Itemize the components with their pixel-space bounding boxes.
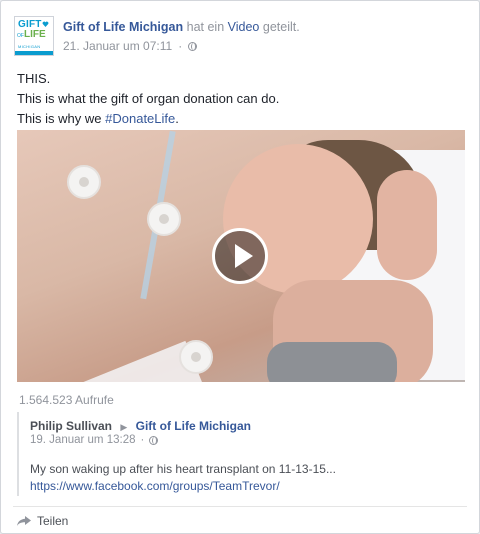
video-link[interactable]: Video	[228, 20, 260, 34]
shared-meta: 19. Januar um 13:28 ·	[30, 434, 159, 446]
post-text-line-3: This is why we #DonateLife.	[17, 109, 279, 129]
video-electrode-pad	[147, 202, 181, 236]
original-poster-link[interactable]: Philip Sullivan	[30, 419, 112, 433]
shared-url-link[interactable]: https://www.facebook.com/groups/TeamTrev…	[30, 478, 336, 495]
hashtag-link[interactable]: #DonateLife	[105, 111, 175, 126]
logo-of-text: OF	[17, 33, 24, 39]
share-button[interactable]: Teilen	[17, 514, 68, 528]
share-arrow-icon	[17, 516, 31, 526]
post-timestamp[interactable]: 21. Januar um 07:11	[63, 39, 172, 53]
page-avatar[interactable]: GIFT LIFE OF MICHIGAN	[14, 16, 54, 56]
post-text-line-2: This is what the gift of organ donation …	[17, 91, 280, 106]
action-divider	[13, 506, 467, 507]
logo-bar	[15, 51, 53, 55]
heart-icon	[42, 21, 49, 27]
post-card: GIFT LIFE OF MICHIGAN Gift of Life Michi…	[0, 0, 480, 534]
shared-text: My son waking up after his heart transpl…	[30, 461, 336, 495]
video-electrode-pad	[67, 165, 101, 199]
shared-post: Philip Sullivan ▶ Gift of Life Michigan …	[17, 412, 464, 496]
video-sleeve	[267, 342, 397, 382]
post-text: THIS. This is what the gift of organ don…	[17, 69, 279, 129]
video-hand	[377, 170, 437, 280]
shared-timestamp[interactable]: 19. Januar um 13:28	[30, 434, 136, 446]
shared-caption: My son waking up after his heart transpl…	[30, 462, 336, 476]
post-text-line-3-suffix: .	[175, 111, 179, 126]
share-label: Teilen	[37, 514, 69, 528]
view-count: 1.564.523 Aufrufe	[19, 393, 114, 407]
video-electrode-pad	[179, 340, 213, 374]
shared-header: Philip Sullivan ▶ Gift of Life Michigan	[30, 418, 251, 435]
meta-separator: ·	[178, 39, 183, 53]
globe-icon[interactable]	[149, 435, 159, 445]
logo-michigan-text: MICHIGAN	[18, 44, 41, 49]
post-text-line-3-prefix: This is why we	[17, 111, 106, 126]
play-icon[interactable]	[212, 228, 268, 284]
post-header: Gift of Life Michigan hat ein Video gete…	[63, 19, 300, 35]
action-text: hat ein	[186, 20, 225, 34]
shared-target-link[interactable]: Gift of Life Michigan	[136, 419, 251, 433]
action-suffix: geteilt.	[262, 20, 300, 34]
post-meta: 21. Januar um 07:11 ·	[63, 39, 198, 53]
logo-life-text: LIFE	[24, 29, 46, 40]
arrow-right-icon: ▶	[120, 422, 128, 432]
video-player[interactable]	[17, 130, 465, 382]
post-text-line-1: THIS.	[17, 71, 51, 86]
shared-meta-separator: ·	[140, 434, 145, 446]
page-name-link[interactable]: Gift of Life Michigan	[63, 20, 183, 34]
globe-icon[interactable]	[188, 41, 198, 51]
